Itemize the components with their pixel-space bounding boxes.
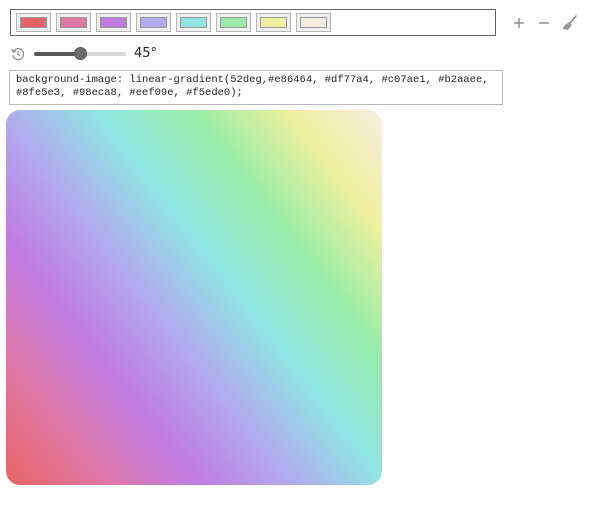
plus-icon <box>514 18 524 28</box>
gradient-preview <box>6 110 382 485</box>
swatch-bar <box>10 9 496 36</box>
angle-slider-thumb[interactable] <box>74 47 87 60</box>
color-swatch[interactable] <box>56 13 91 32</box>
history-icon <box>11 48 25 61</box>
minus-icon <box>539 22 549 24</box>
broom-icon <box>563 15 577 30</box>
color-swatch[interactable] <box>256 13 291 32</box>
color-swatch[interactable] <box>96 13 131 32</box>
color-swatch-fill <box>140 17 167 28</box>
color-swatch-fill <box>180 17 207 28</box>
color-swatch[interactable] <box>136 13 171 32</box>
angle-value-label: 45° <box>134 46 158 61</box>
css-output-field[interactable]: background-image: linear-gradient(52deg,… <box>9 70 503 105</box>
color-swatch[interactable] <box>296 13 331 32</box>
color-swatch-fill <box>300 17 327 28</box>
color-swatch-fill <box>100 17 127 28</box>
color-swatch-fill <box>220 17 247 28</box>
gradient-editor: 45° background-image: linear-gradient(52… <box>0 0 600 507</box>
color-swatch-fill <box>260 17 287 28</box>
color-swatch[interactable] <box>16 13 51 32</box>
color-swatch-fill <box>60 17 87 28</box>
reset-angle-button[interactable] <box>10 46 26 62</box>
remove-color-button[interactable] <box>535 14 553 32</box>
add-color-button[interactable] <box>510 14 528 32</box>
color-swatch-fill <box>20 17 47 28</box>
color-swatch[interactable] <box>216 13 251 32</box>
clear-colors-button[interactable] <box>561 14 579 32</box>
angle-slider[interactable] <box>34 47 126 60</box>
color-swatch[interactable] <box>176 13 211 32</box>
